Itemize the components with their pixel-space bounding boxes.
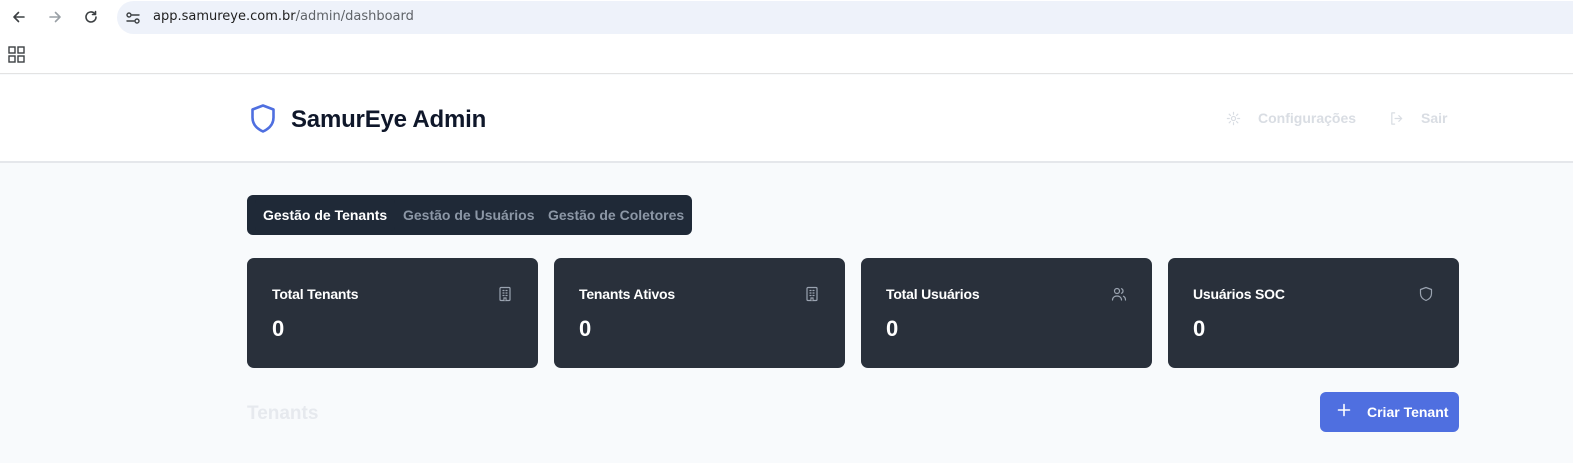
reload-icon[interactable] (79, 6, 103, 28)
app-header: SamurEye Admin Configurações Sair (0, 75, 1573, 163)
stat-value: 0 (579, 316, 592, 341)
stat-value: 0 (272, 316, 285, 341)
create-tenant-label: Criar Tenant (1367, 404, 1449, 420)
bookmarks-bar (0, 34, 1573, 74)
logout-label: Sair (1421, 110, 1448, 126)
tab-collectors[interactable]: Gestão de Coletores (540, 199, 692, 231)
apps-grid-icon[interactable] (8, 46, 25, 63)
app-title: SamurEye Admin (291, 106, 487, 133)
building-icon (499, 286, 511, 302)
url-path: /admin/dashboard (295, 9, 414, 24)
stat-value: 0 (1193, 316, 1206, 341)
url-host: app.samureye.com.br (153, 9, 296, 24)
plus-icon (1337, 403, 1351, 417)
tab-users[interactable]: Gestão de Usuários (395, 199, 543, 231)
users-icon (1111, 287, 1127, 301)
browser-toolbar: app.samureye.com.br/admin/dashboard (0, 0, 1573, 34)
settings-button[interactable]: Configurações (1226, 110, 1356, 126)
gear-icon (1226, 111, 1241, 125)
forward-icon[interactable] (43, 6, 67, 28)
url-text: app.samureye.com.br/admin/dashboard (153, 9, 414, 24)
address-bar[interactable]: app.samureye.com.br/admin/dashboard (117, 1, 1573, 34)
stat-card-soc-users: Usuários SOC 0 (1168, 258, 1459, 368)
admin-tabs: Gestão de Tenants Gestão de Usuários Ges… (247, 195, 692, 235)
tab-tenants[interactable]: Gestão de Tenants (255, 199, 396, 231)
stat-title: Total Usuários (886, 286, 980, 302)
shield-icon (1419, 286, 1433, 302)
stat-value: 0 (886, 316, 899, 341)
stat-card-total-users: Total Usuários 0 (861, 258, 1152, 368)
settings-label: Configurações (1258, 110, 1357, 126)
stat-card-active-tenants: Tenants Ativos 0 (554, 258, 845, 368)
stat-title: Total Tenants (272, 286, 359, 302)
logout-button[interactable]: Sair (1389, 110, 1447, 126)
building-icon (806, 286, 818, 302)
logout-icon (1391, 111, 1403, 125)
back-icon[interactable] (7, 6, 31, 28)
create-tenant-button[interactable]: Criar Tenant (1320, 392, 1459, 432)
site-settings-icon[interactable] (124, 9, 142, 27)
stat-title: Usuários SOC (1193, 286, 1285, 302)
stat-title: Tenants Ativos (579, 286, 675, 302)
section-title: Tenants (247, 403, 319, 424)
stat-card-total-tenants: Total Tenants 0 (247, 258, 538, 368)
shield-icon (251, 104, 275, 133)
